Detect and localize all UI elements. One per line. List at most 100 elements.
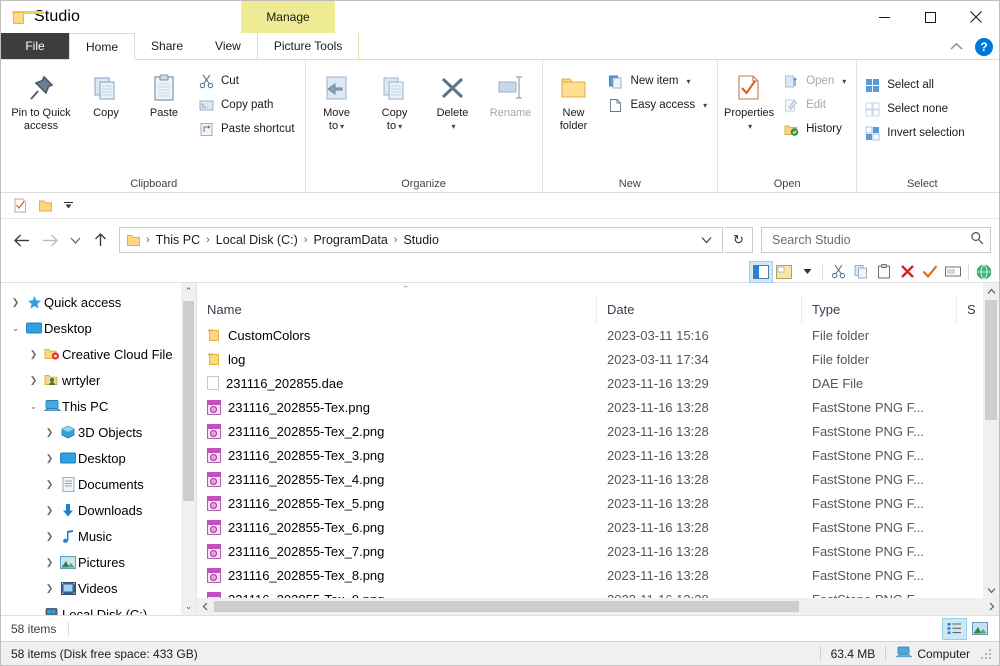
breadcrumb-programdata[interactable]: ProgramData — [308, 231, 392, 249]
copy-to-button[interactable]: Copy to ▾ — [366, 67, 424, 137]
customize-caret-icon[interactable] — [63, 201, 74, 210]
maximize-button[interactable] — [907, 1, 953, 33]
layout-caret-icon[interactable] — [796, 262, 818, 282]
check-orange-icon[interactable] — [919, 262, 941, 282]
rename-icon[interactable] — [942, 262, 964, 282]
breadcrumb-dropdown-icon[interactable] — [693, 236, 720, 244]
table-row[interactable]: 231116_202855.dae 2023-11-16 13:29 DAE F… — [197, 371, 999, 395]
rename-button[interactable]: Rename — [482, 67, 540, 124]
table-row[interactable]: 231116_202855-Tex_4.png 2023-11-16 13:28… — [197, 467, 999, 491]
chevron-down-icon[interactable]: ⌄ — [25, 609, 42, 616]
table-row[interactable]: 231116_202855-Tex_7.png 2023-11-16 13:28… — [197, 539, 999, 563]
properties-check-icon[interactable] — [13, 198, 28, 213]
new-item-button[interactable]: New item ▾ — [603, 69, 716, 93]
sidebar-item-local-disk-c[interactable]: ⌄ Local Disk (C:) — [1, 601, 196, 615]
search-box[interactable]: Search Studio — [761, 227, 991, 253]
table-row[interactable]: CustomColors 2023-03-11 15:16 File folde… — [197, 323, 999, 347]
scroll-down-arrow[interactable] — [983, 582, 999, 598]
back-button[interactable] — [9, 227, 35, 253]
table-row[interactable]: log 2023-03-11 17:34 File folder — [197, 347, 999, 371]
forward-button[interactable] — [37, 227, 63, 253]
breadcrumb-studio[interactable]: Studio — [398, 231, 443, 249]
file-list-vertical-scrollbar[interactable] — [983, 283, 999, 598]
tab-home[interactable]: Home — [69, 33, 136, 60]
cut-icon[interactable] — [827, 262, 849, 282]
chevron-right-icon[interactable]: ❯ — [41, 557, 58, 568]
resize-grip[interactable] — [980, 647, 992, 660]
table-row[interactable]: 231116_202855-Tex.png 2023-11-16 13:28 F… — [197, 395, 999, 419]
breadcrumb-this-pc[interactable]: This PC — [151, 231, 205, 249]
navigation-pane-icon[interactable] — [749, 260, 773, 283]
sidebar-item-quick-access[interactable]: ❯ Quick access — [1, 289, 196, 315]
sidebar-item-desktop[interactable]: ⌄ Desktop — [1, 315, 196, 341]
pin-to-quick-access-button[interactable]: Pin to Quick access — [5, 67, 77, 137]
sidebar-item-this-pc[interactable]: ⌄ This PC — [1, 393, 196, 419]
easy-access-button[interactable]: Easy access ▾ — [603, 93, 716, 117]
open-button[interactable]: Open ▾ — [778, 69, 854, 93]
copy-button[interactable]: Copy — [77, 67, 135, 124]
refresh-button[interactable]: ↻ — [725, 227, 753, 253]
globe-green-icon[interactable] — [973, 262, 995, 282]
scroll-right-arrow[interactable] — [983, 598, 999, 615]
chevron-up-icon[interactable] — [946, 36, 967, 58]
chevron-right-icon[interactable]: ❯ — [41, 453, 58, 464]
chevron-right-icon[interactable]: ❯ — [25, 349, 42, 360]
chevron-right-icon[interactable]: ❯ — [7, 297, 24, 308]
properties-button[interactable]: Properties ▾ — [720, 67, 778, 137]
paste-button[interactable]: Paste — [135, 67, 193, 124]
move-to-button[interactable]: Move to ▾ — [308, 67, 366, 137]
sidebar-item-wrtyler[interactable]: ❯ wrtyler — [1, 367, 196, 393]
sidebar-item-downloads[interactable]: ❯ Downloads — [1, 497, 196, 523]
search-input[interactable]: Search Studio — [772, 233, 970, 247]
column-header-date[interactable]: Date — [597, 295, 802, 323]
tab-picture-tools[interactable]: Picture Tools — [256, 33, 360, 59]
invert-selection-button[interactable]: Invert selection — [859, 121, 972, 145]
table-row[interactable]: 231116_202855-Tex_9.png 2023-11-16 13:28… — [197, 587, 999, 598]
tab-share[interactable]: Share — [135, 33, 199, 59]
sidebar-item-creative-cloud-files[interactable]: ❯ Creative Cloud File — [1, 341, 196, 367]
chevron-down-icon[interactable]: ⌄ — [7, 323, 24, 334]
thumbnail-view-icon[interactable] — [968, 619, 991, 639]
column-header-type[interactable]: Type — [802, 295, 957, 323]
table-row[interactable]: 231116_202855-Tex_5.png 2023-11-16 13:28… — [197, 491, 999, 515]
sidebar-item-pictures[interactable]: ❯ Pictures — [1, 549, 196, 575]
close-button[interactable] — [953, 1, 999, 33]
preview-pane-icon[interactable] — [773, 262, 795, 282]
copy-icon[interactable] — [850, 262, 872, 282]
search-icon[interactable] — [970, 231, 984, 250]
details-view-icon[interactable] — [942, 617, 967, 640]
paste-icon[interactable] — [873, 262, 895, 282]
select-none-button[interactable]: Select none — [859, 97, 972, 121]
history-button[interactable]: History — [778, 117, 854, 141]
copy-path-button[interactable]: \\.. Copy path — [193, 93, 303, 117]
new-folder-button[interactable]: New folder — [545, 67, 603, 137]
sidebar-item-videos[interactable]: ❯ Videos — [1, 575, 196, 601]
table-row[interactable]: 231116_202855-Tex_8.png 2023-11-16 13:28… — [197, 563, 999, 587]
scroll-left-arrow[interactable] — [197, 598, 213, 615]
delete-button[interactable]: Delete ▾ — [424, 67, 482, 137]
chevron-right-icon[interactable]: ❯ — [41, 479, 58, 490]
recent-locations-button[interactable] — [65, 227, 85, 253]
chevron-right-icon[interactable]: ❯ — [41, 531, 58, 542]
scroll-down-arrow[interactable]: ⌄ — [185, 598, 193, 615]
chevron-right-icon[interactable]: ❯ — [25, 375, 42, 386]
minimize-button[interactable] — [861, 1, 907, 33]
cut-button[interactable]: Cut — [193, 69, 303, 93]
horizontal-scrollbar-thumb[interactable] — [214, 601, 799, 612]
new-folder-icon[interactable] — [38, 199, 53, 213]
table-row[interactable]: 231116_202855-Tex_3.png 2023-11-16 13:28… — [197, 443, 999, 467]
sidebar-item-documents[interactable]: ❯ Documents — [1, 471, 196, 497]
paste-shortcut-button[interactable]: Paste shortcut — [193, 117, 303, 141]
file-list-horizontal-scrollbar[interactable] — [197, 598, 999, 615]
chevron-down-icon[interactable]: ⌄ — [25, 401, 42, 412]
delete-red-x-icon[interactable] — [896, 262, 918, 282]
tab-view[interactable]: View — [199, 33, 257, 59]
help-button[interactable]: ? — [975, 37, 993, 56]
breadcrumb-bar[interactable]: › This PC › Local Disk (C:) › ProgramDat… — [119, 227, 723, 253]
sidebar-scrollbar[interactable]: ⌃ ⌄ — [181, 283, 196, 615]
scroll-up-arrow[interactable] — [983, 283, 999, 299]
sidebar-item-music[interactable]: ❯ Music — [1, 523, 196, 549]
edit-button[interactable]: Edit — [778, 93, 854, 117]
tab-file[interactable]: File — [1, 33, 69, 59]
sidebar-item-3d-objects[interactable]: ❯ 3D Objects — [1, 419, 196, 445]
